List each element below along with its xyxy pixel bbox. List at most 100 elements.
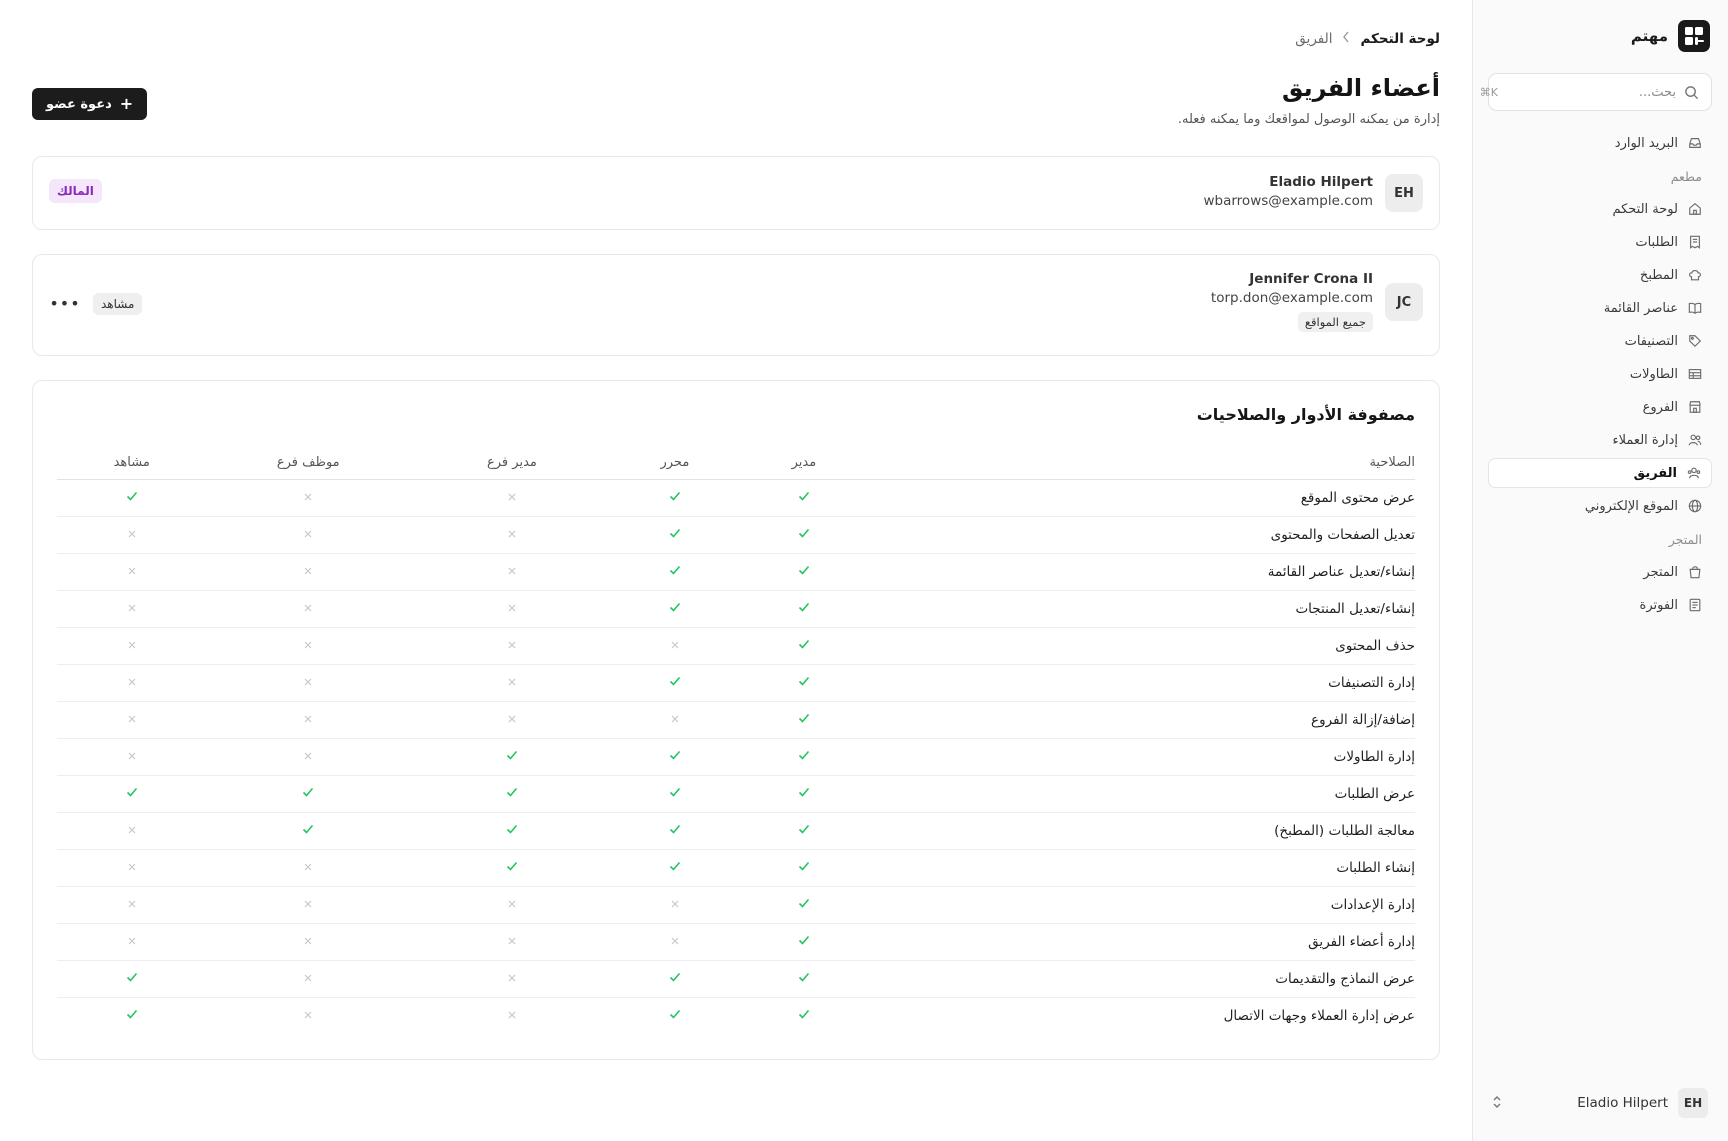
sidebar-item[interactable]: التصنيفات bbox=[1488, 326, 1712, 356]
sidebar-item[interactable]: إدارة العملاء bbox=[1488, 425, 1712, 455]
x-icon bbox=[57, 664, 207, 702]
x-icon bbox=[410, 553, 614, 591]
invoice-icon bbox=[1688, 598, 1702, 612]
matrix-row: إنشاء/تعديل المنتجات bbox=[57, 590, 1415, 628]
x-icon bbox=[206, 664, 411, 702]
role-column-header: موظف فرع bbox=[206, 447, 411, 480]
more-actions-icon[interactable]: ••• bbox=[49, 291, 79, 315]
shopping-bag-icon bbox=[1688, 565, 1702, 579]
permission-name: إنشاء/تعديل المنتجات bbox=[871, 590, 1415, 628]
user-avatar: EH bbox=[1678, 1088, 1708, 1118]
x-icon bbox=[410, 923, 614, 961]
permission-name: حذف المحتوى bbox=[871, 627, 1415, 665]
x-icon bbox=[206, 960, 411, 998]
search-icon bbox=[1684, 85, 1699, 100]
x-icon bbox=[57, 627, 207, 665]
check-icon bbox=[736, 997, 872, 1034]
check-icon bbox=[206, 812, 411, 850]
brand[interactable]: مهتم bbox=[1631, 20, 1710, 52]
member-card: EH Eladio Hilpert wbarrows@example.com ا… bbox=[32, 156, 1440, 230]
sidebar-item[interactable]: المتجر bbox=[1488, 557, 1712, 587]
chevron-left-icon bbox=[1342, 31, 1350, 47]
sidebar-item[interactable]: الطلبات bbox=[1488, 227, 1712, 257]
table-icon bbox=[1688, 367, 1702, 381]
permissions-matrix: الصلاحية مدير محرر مدير فرع موظف فرع مشا… bbox=[57, 447, 1415, 1034]
matrix-row: إدارة الإعدادات bbox=[57, 886, 1415, 924]
matrix-row: حذف المحتوى bbox=[57, 627, 1415, 665]
search-box[interactable]: ⌘K bbox=[1480, 73, 1712, 111]
team-icon bbox=[1687, 466, 1701, 480]
role-column-header: مدير bbox=[736, 447, 872, 480]
check-icon bbox=[613, 775, 736, 813]
permission-name: إنشاء الطلبات bbox=[871, 849, 1415, 887]
check-icon bbox=[57, 960, 207, 998]
breadcrumb-current[interactable]: الفريق bbox=[1295, 31, 1332, 47]
sidebar-item[interactable]: البريد الوارد bbox=[1488, 128, 1712, 158]
x-icon bbox=[206, 849, 411, 887]
nav-section-label: المتجر bbox=[1668, 531, 1702, 547]
sidebar-item[interactable]: لوحة التحكم bbox=[1488, 194, 1712, 224]
check-icon bbox=[206, 775, 411, 813]
member-card: JC Jennifer Crona II torp.don@example.co… bbox=[32, 254, 1440, 356]
sidebar-item[interactable]: عناصر القائمة bbox=[1488, 293, 1712, 323]
sidebar-item-label: الطلبات bbox=[1635, 234, 1678, 250]
sidebar-item[interactable]: الفريق bbox=[1488, 458, 1712, 488]
check-icon bbox=[736, 479, 872, 517]
sidebar-item[interactable]: الموقع الإلكتروني bbox=[1488, 491, 1712, 521]
matrix-row: إدارة أعضاء الفريق bbox=[57, 923, 1415, 961]
breadcrumb-root[interactable]: لوحة التحكم bbox=[1360, 31, 1440, 47]
permission-name: إدارة الطاولات bbox=[871, 738, 1415, 776]
x-icon bbox=[57, 516, 207, 554]
x-icon bbox=[206, 738, 411, 776]
x-icon bbox=[206, 553, 411, 591]
invite-member-label: دعوة عضو bbox=[46, 96, 112, 112]
sidebar-item-label: المتجر bbox=[1643, 564, 1678, 580]
sidebar-item-label: الطاولات bbox=[1629, 366, 1678, 382]
matrix-row: عرض إدارة العملاء وجهات الاتصال bbox=[57, 997, 1415, 1034]
sidebar-item[interactable]: الفروع bbox=[1488, 392, 1712, 422]
page-title: أعضاء الفريق bbox=[1282, 74, 1440, 102]
check-icon bbox=[736, 849, 872, 887]
permission-name: إدارة أعضاء الفريق bbox=[871, 923, 1415, 961]
check-icon bbox=[736, 701, 872, 739]
permission-name: إدارة الإعدادات bbox=[871, 886, 1415, 924]
sidebar-item[interactable]: المطبخ bbox=[1488, 260, 1712, 290]
matrix-row: إدارة التصنيفات bbox=[57, 664, 1415, 702]
sidebar-item-label: عناصر القائمة bbox=[1603, 300, 1678, 316]
matrix-row: عرض محتوى الموقع bbox=[57, 479, 1415, 517]
permission-name: إضافة/إزالة الفروع bbox=[871, 701, 1415, 739]
x-icon bbox=[57, 849, 207, 887]
member-name: Jennifer Crona II bbox=[1249, 271, 1373, 287]
x-icon bbox=[206, 590, 411, 628]
check-icon bbox=[736, 923, 872, 961]
sidebar-item-label: لوحة التحكم bbox=[1612, 201, 1678, 217]
x-icon bbox=[57, 701, 207, 739]
role-badge[interactable]: مشاهد bbox=[93, 293, 143, 315]
book-open-icon bbox=[1688, 301, 1702, 315]
matrix-row: عرض الطلبات bbox=[57, 775, 1415, 813]
member-avatar: JC bbox=[1385, 283, 1423, 321]
sidebar-item-label: الفريق bbox=[1633, 465, 1677, 481]
x-icon bbox=[57, 590, 207, 628]
permission-name: عرض النماذج والتقديمات bbox=[871, 960, 1415, 998]
check-icon bbox=[57, 997, 206, 1034]
sidebar-item-label: الموقع الإلكتروني bbox=[1584, 498, 1678, 514]
invite-member-button[interactable]: + دعوة عضو bbox=[32, 88, 148, 120]
check-icon bbox=[613, 960, 736, 998]
sidebar-item[interactable]: الطاولات bbox=[1488, 359, 1712, 389]
permissions-matrix-card: مصفوفة الأدوار والصلاحيات الصلاحية مدير … bbox=[32, 380, 1440, 1060]
member-info: Jennifer Crona II torp.don@example.com ج… bbox=[1211, 271, 1373, 332]
x-icon bbox=[57, 812, 207, 850]
search-shortcut-hint: ⌘K bbox=[1479, 85, 1498, 99]
member-name: Eladio Hilpert bbox=[1269, 174, 1373, 190]
matrix-header-row: الصلاحية مدير محرر مدير فرع موظف فرع مشا… bbox=[57, 447, 1415, 480]
search-input[interactable] bbox=[1506, 84, 1676, 100]
permission-name: عرض الطلبات bbox=[871, 775, 1415, 813]
home-icon bbox=[1688, 202, 1702, 216]
chevron-up-down-icon bbox=[1492, 1095, 1502, 1112]
user-menu[interactable]: EH Eladio Hilpert bbox=[1488, 1085, 1712, 1121]
x-icon bbox=[410, 960, 614, 998]
sidebar-item[interactable]: الفوترة bbox=[1488, 590, 1712, 620]
member-email: torp.don@example.com bbox=[1210, 290, 1373, 306]
x-icon bbox=[410, 701, 614, 739]
